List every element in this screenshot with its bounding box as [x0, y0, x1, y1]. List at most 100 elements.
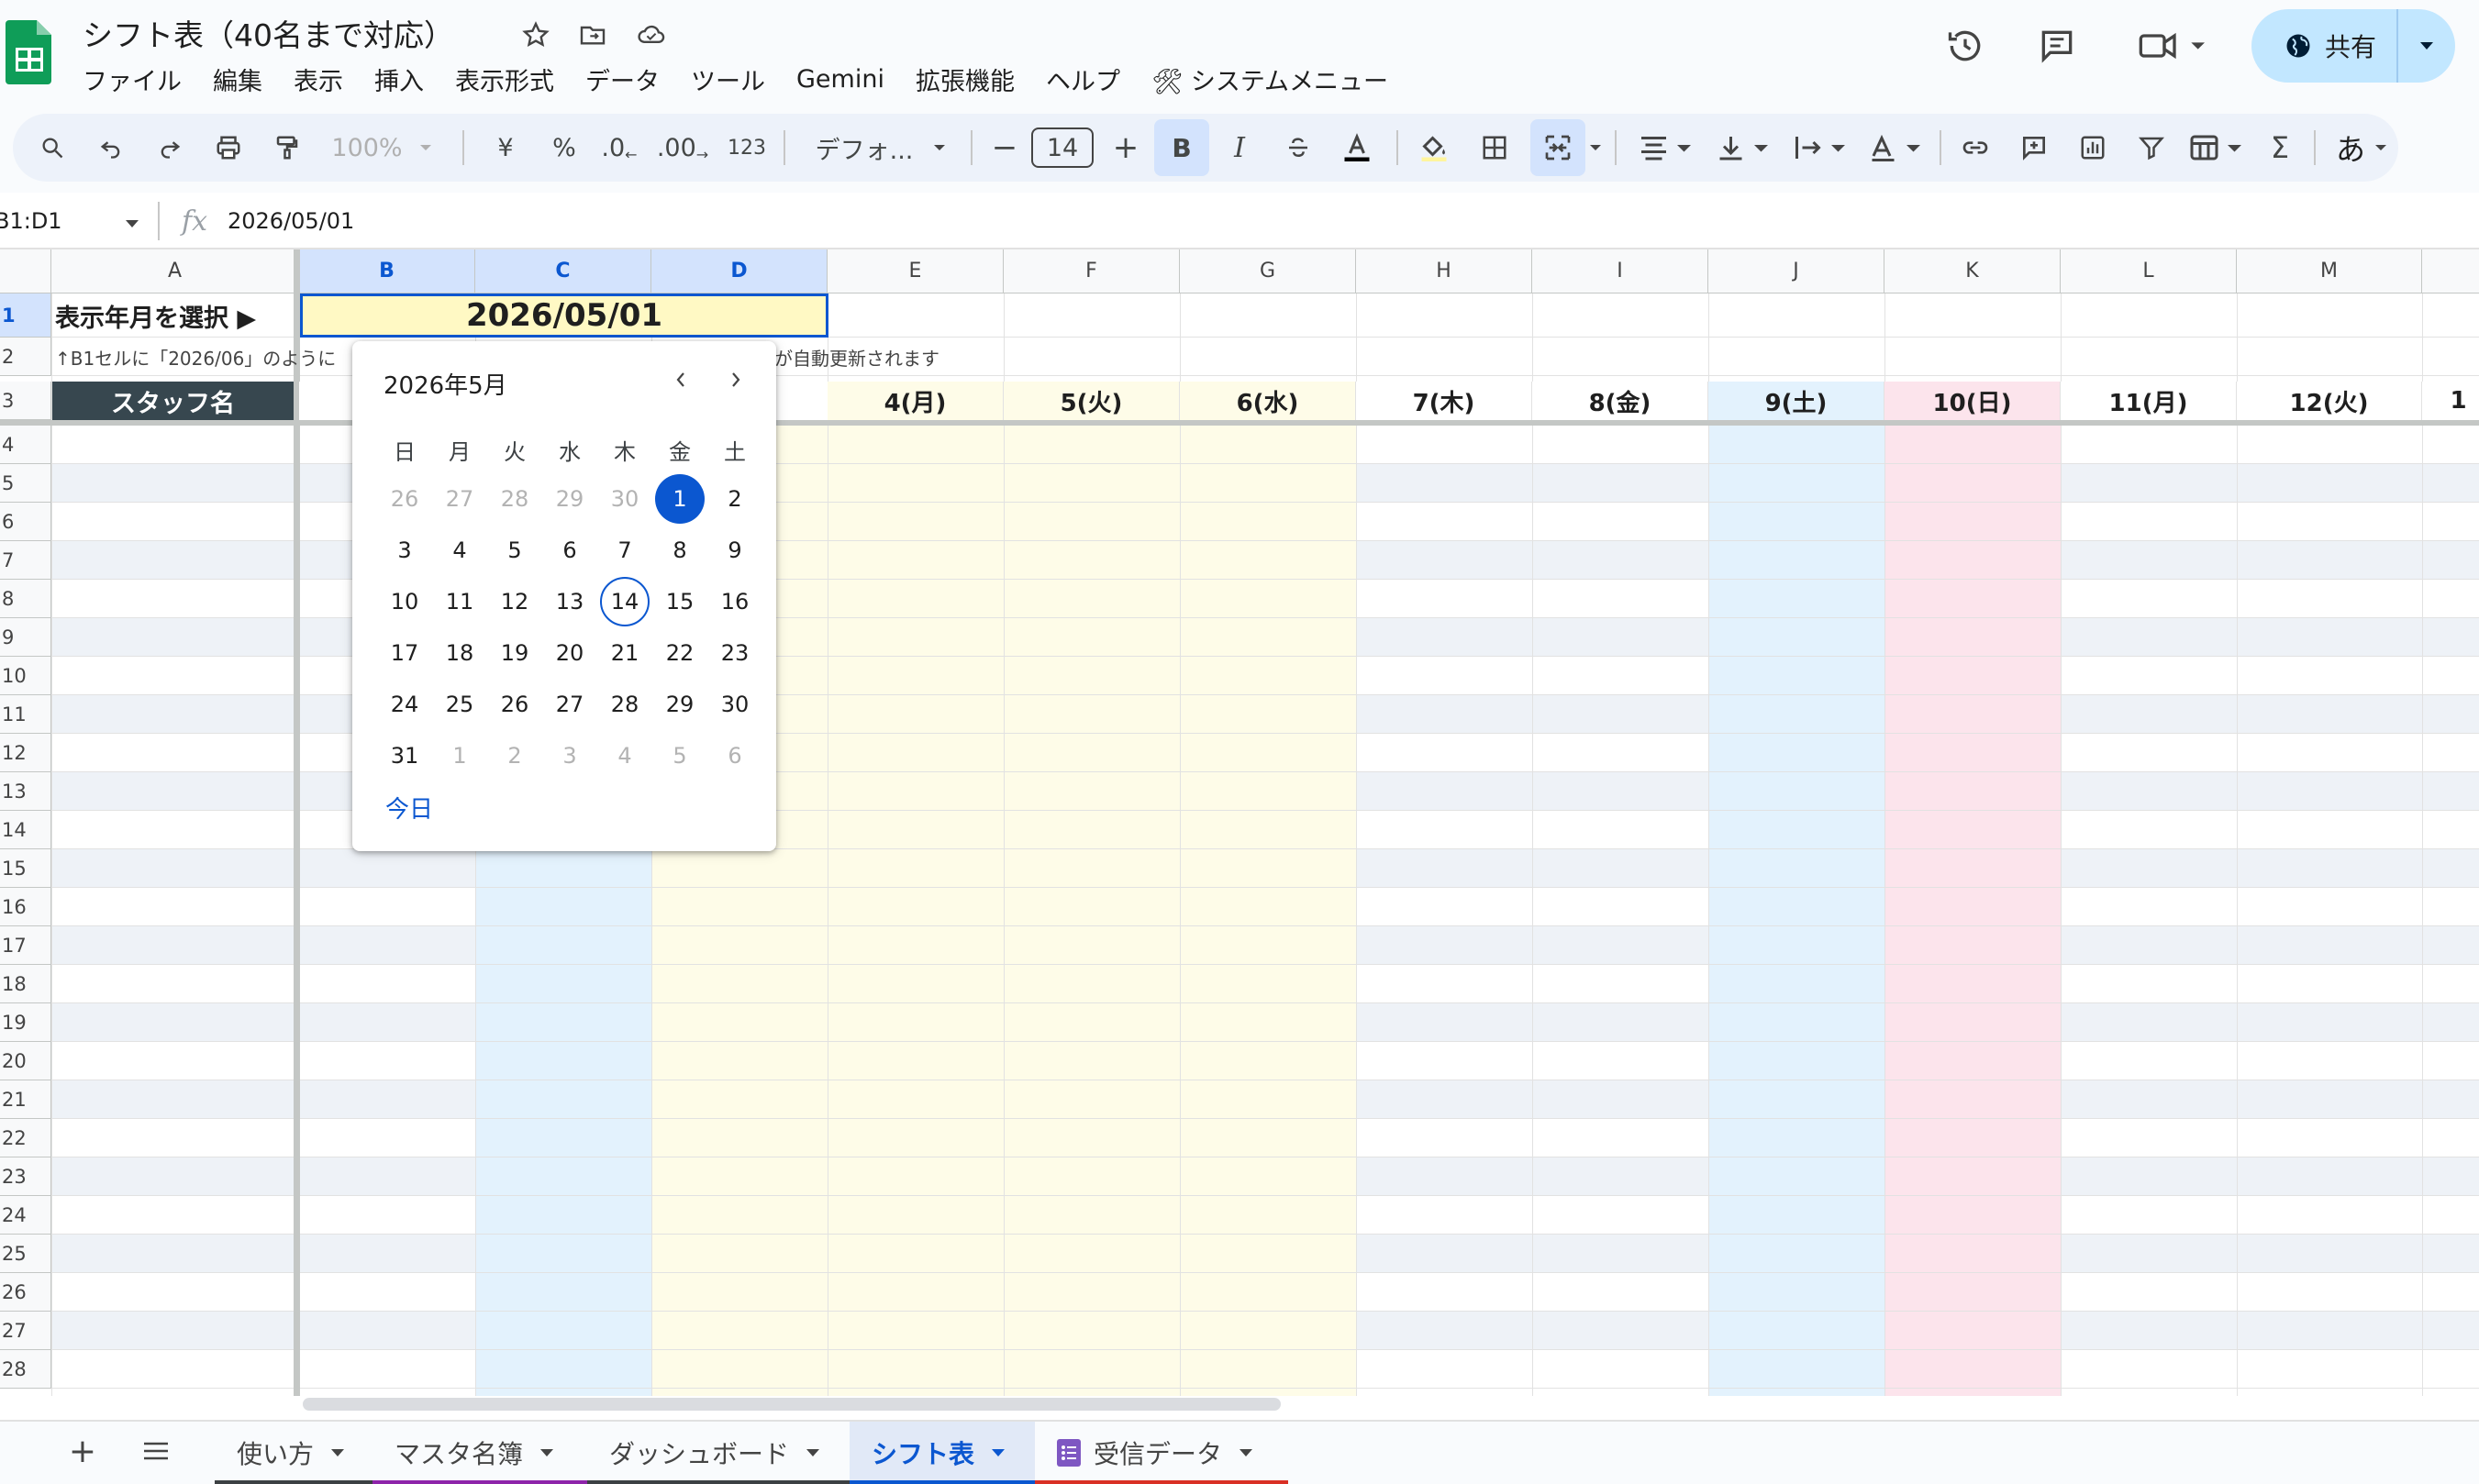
menu-format[interactable]: 表示形式 [455, 61, 554, 97]
tab-menu-chevron-icon[interactable] [1239, 1448, 1253, 1457]
column-header-g[interactable]: G [1180, 249, 1356, 293]
sheet-tab-3[interactable]: シフト表 [850, 1422, 1035, 1484]
calendar-day[interactable]: 29 [653, 679, 706, 730]
calendar-day-selected[interactable]: 1 [655, 474, 705, 524]
filter-icon[interactable] [2129, 114, 2174, 182]
row-header-16[interactable]: 16 [0, 888, 51, 926]
calendar-day[interactable]: 7 [598, 525, 651, 576]
row-header-7[interactable]: 7 [0, 541, 51, 580]
merge-dropdown-icon[interactable] [1584, 114, 1607, 182]
strikethrough-icon[interactable] [1275, 114, 1321, 182]
calendar-day[interactable]: 23 [708, 627, 761, 679]
insert-comment-icon[interactable] [2011, 114, 2057, 182]
decrease-decimal-button[interactable]: .0 ← [596, 114, 642, 182]
column-header-f[interactable]: F [1004, 249, 1180, 293]
calendar-day[interactable]: 11 [433, 576, 486, 627]
row-header-22[interactable]: 22 [0, 1119, 51, 1157]
row-header-14[interactable]: 14 [0, 811, 51, 849]
calendar-day-today[interactable]: 14 [600, 577, 650, 626]
decrease-font-size-button[interactable]: − [982, 114, 1028, 182]
merge-cells-icon[interactable] [1530, 119, 1585, 176]
row-header-17[interactable]: 17 [0, 926, 51, 965]
move-folder-icon[interactable] [574, 17, 611, 53]
row-header-1[interactable]: 1 [0, 293, 51, 338]
tab-menu-chevron-icon[interactable] [806, 1448, 820, 1457]
column-header-m[interactable]: M [2237, 249, 2422, 293]
menu-data[interactable]: データ [585, 61, 660, 97]
row-header-26[interactable]: 26 [0, 1273, 51, 1312]
sheet-tab-1[interactable]: マスタ名簿 [372, 1422, 587, 1484]
column-header-e[interactable]: E [828, 249, 1004, 293]
row-header-24[interactable]: 24 [0, 1196, 51, 1235]
sheet-tab-4[interactable]: 受信データ [1035, 1422, 1288, 1484]
sheet-tab-2[interactable]: ダッシュボード [587, 1422, 850, 1484]
calendar-day-outside[interactable]: 5 [653, 730, 706, 781]
calendar-day[interactable]: 25 [433, 679, 486, 730]
calendar-day[interactable]: 5 [488, 525, 541, 576]
functions-icon[interactable]: Σ [2257, 114, 2303, 182]
calendar-day[interactable]: 27 [543, 679, 596, 730]
row-header-12[interactable]: 12 [0, 734, 51, 772]
calendar-day-outside[interactable]: 3 [543, 730, 596, 781]
calendar-day[interactable]: 10 [378, 576, 431, 627]
menu-gemini[interactable]: Gemini [796, 65, 884, 94]
row-header-18[interactable]: 18 [0, 965, 51, 1003]
font-select[interactable]: デフォ... [798, 114, 963, 182]
calendar-day[interactable]: 16 [708, 576, 761, 627]
tab-menu-chevron-icon[interactable] [991, 1448, 1006, 1457]
search-menus-icon[interactable] [29, 114, 75, 182]
calendar-day[interactable]: 6 [543, 525, 596, 576]
row-header-5[interactable]: 5 [0, 464, 51, 503]
row-header-28[interactable]: 28 [0, 1350, 51, 1389]
text-wrapping-icon[interactable] [1784, 114, 1857, 182]
bold-button[interactable]: B [1154, 119, 1209, 176]
print-icon[interactable] [206, 114, 251, 182]
row-header-23[interactable]: 23 [0, 1157, 51, 1196]
row-header-15[interactable]: 15 [0, 849, 51, 888]
calendar-day[interactable]: 8 [653, 525, 706, 576]
row-header-3[interactable]: 3 [0, 382, 51, 420]
calendar-day[interactable]: 22 [653, 627, 706, 679]
add-sheet-icon[interactable]: + [62, 1431, 103, 1471]
menu-extensions[interactable]: 拡張機能 [916, 61, 1015, 97]
row-header-21[interactable]: 21 [0, 1080, 51, 1119]
calendar-day[interactable]: 21 [598, 627, 651, 679]
formula-input[interactable]: 2026/05/01 [228, 193, 354, 249]
column-header-i[interactable]: I [1532, 249, 1708, 293]
row-header-9[interactable]: 9 [0, 618, 51, 657]
insert-link-icon[interactable] [1952, 114, 1998, 182]
calendar-day[interactable]: 2 [708, 473, 761, 525]
increase-decimal-button[interactable]: .00 → [655, 114, 710, 182]
calendar-day-outside[interactable]: 26 [378, 473, 431, 525]
menu-file[interactable]: ファイル [83, 61, 182, 97]
increase-font-size-button[interactable]: + [1103, 114, 1149, 182]
column-header-j[interactable]: J [1708, 249, 1884, 293]
comments-icon[interactable] [2029, 18, 2084, 73]
calendar-day[interactable]: 4 [433, 525, 486, 576]
percent-format-button[interactable]: % [541, 114, 587, 182]
calendar-day[interactable]: 9 [708, 525, 761, 576]
vertical-align-icon[interactable] [1706, 114, 1780, 182]
calendar-day-outside[interactable]: 6 [708, 730, 761, 781]
menu-insert[interactable]: 挿入 [374, 61, 424, 97]
month-selector-cell[interactable]: 2026/05/01 [300, 293, 828, 338]
menu-edit[interactable]: 編集 [213, 61, 262, 97]
share-dropdown-icon[interactable] [2398, 40, 2455, 51]
calendar-day[interactable]: 26 [488, 679, 541, 730]
prev-month-icon[interactable] [662, 361, 699, 398]
document-title[interactable]: シフト表（40名まで対応） [83, 11, 454, 55]
text-color-icon[interactable] [1334, 114, 1380, 182]
redo-icon[interactable] [147, 114, 193, 182]
calendar-day[interactable]: 17 [378, 627, 431, 679]
cloud-saved-icon[interactable] [633, 17, 670, 53]
version-history-icon[interactable] [1938, 18, 1993, 73]
today-button[interactable]: 今日 [385, 791, 433, 825]
column-header-b[interactable]: B [299, 249, 475, 293]
calendar-day[interactable]: 30 [708, 679, 761, 730]
column-header-n[interactable] [2422, 249, 2479, 293]
calendar-day[interactable]: 24 [378, 679, 431, 730]
zoom-select[interactable]: 100% [327, 114, 437, 182]
row-header-27[interactable]: 27 [0, 1312, 51, 1350]
select-all-corner[interactable] [0, 249, 51, 293]
next-month-icon[interactable] [717, 361, 754, 398]
